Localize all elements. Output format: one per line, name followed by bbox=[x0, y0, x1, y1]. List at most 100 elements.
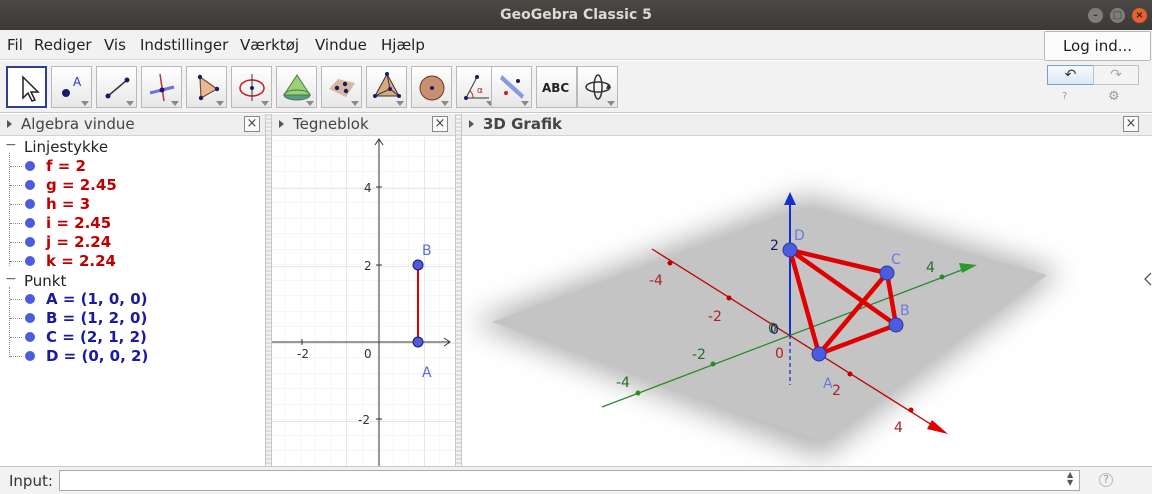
minimize-button[interactable]: – bbox=[1088, 8, 1103, 23]
close-button[interactable]: × bbox=[1132, 8, 1147, 23]
input-history-spinner-icon[interactable]: ▲ ▼ bbox=[1067, 471, 1073, 487]
gear-icon[interactable]: ⚙ bbox=[1108, 89, 1120, 104]
visibility-dot-g[interactable] bbox=[25, 180, 35, 190]
category-linjestykke: Linjestykke bbox=[24, 138, 109, 156]
input-help-icon[interactable]: ? bbox=[1099, 473, 1113, 487]
rotate-view-tool-button[interactable] bbox=[577, 66, 618, 108]
point-B[interactable] bbox=[412, 259, 424, 271]
algebra-header: Algebra vindue × bbox=[0, 114, 265, 136]
y-tick-label: 4 bbox=[364, 181, 372, 195]
algebra-view: − Linjestykke f = 2 g = 2.45 h = 3 i = 2… bbox=[0, 137, 265, 465]
svg-text:α: α bbox=[477, 86, 483, 96]
point-B-3d[interactable] bbox=[888, 317, 904, 333]
visibility-dot-D[interactable] bbox=[25, 351, 35, 361]
point-A-label-3d: A bbox=[823, 376, 833, 392]
visibility-dot-C[interactable] bbox=[25, 332, 35, 342]
algebra-item-f[interactable]: f = 2 bbox=[46, 157, 86, 175]
login-button[interactable]: Log ind... bbox=[1044, 31, 1151, 61]
window-title: GeoGebra Classic 5 bbox=[500, 7, 652, 23]
origin-label: 0 bbox=[364, 347, 372, 361]
graphics3d-header: 3D Grafik × bbox=[462, 114, 1152, 136]
algebra-item-B[interactable]: B = (1, 2, 0) bbox=[46, 309, 147, 327]
redo-button[interactable]: ↷ bbox=[1093, 65, 1139, 85]
input-field[interactable] bbox=[59, 470, 1080, 491]
graphics-splitter[interactable] bbox=[455, 114, 462, 466]
menu-fil[interactable]: Fil bbox=[7, 36, 23, 54]
sphere-tool-button[interactable] bbox=[411, 66, 452, 108]
svg-text:A: A bbox=[73, 75, 82, 89]
point-A-label: A bbox=[422, 365, 432, 381]
reflect-tool-button[interactable] bbox=[491, 66, 532, 108]
menu-rediger[interactable]: Rediger bbox=[34, 36, 92, 54]
visibility-dot-f[interactable] bbox=[25, 161, 35, 171]
graphics3d-view[interactable]: -4 -2 0 2 4 -4 -2 0 4 0 2 A B C D bbox=[462, 137, 1152, 466]
y-tick-label-3d: -2 bbox=[692, 347, 706, 363]
perpendicular-line-icon bbox=[149, 73, 175, 102]
x-tick-label-3d: 2 bbox=[832, 383, 841, 399]
cone-icon bbox=[283, 74, 311, 101]
point-icon: A bbox=[62, 75, 82, 97]
rotate-view-icon bbox=[585, 74, 611, 100]
x-tick-label-3d: 0 bbox=[775, 346, 784, 362]
plane-tool-button[interactable] bbox=[321, 66, 362, 108]
punkt-collapse-toggle[interactable]: − bbox=[5, 271, 17, 287]
point-D-3d[interactable] bbox=[782, 242, 798, 258]
polygon-tool-button[interactable] bbox=[186, 66, 227, 108]
line-icon bbox=[105, 77, 130, 99]
tetrahedron-icon bbox=[373, 72, 401, 98]
algebra-item-h[interactable]: h = 3 bbox=[46, 195, 90, 213]
visibility-dot-B[interactable] bbox=[25, 313, 35, 323]
point-A[interactable] bbox=[412, 336, 424, 348]
perpendicular-tool-button[interactable] bbox=[141, 66, 182, 108]
menu-vis[interactable]: Vis bbox=[104, 36, 126, 54]
graphics3d-close-button[interactable]: × bbox=[1123, 116, 1139, 132]
visibility-dot-j[interactable] bbox=[25, 237, 35, 247]
maximize-button[interactable]: □ bbox=[1110, 8, 1125, 23]
menu-vaerktoej[interactable]: Værktøj bbox=[240, 36, 299, 54]
visibility-dot-k[interactable] bbox=[25, 256, 35, 266]
pyramid-tool-button[interactable] bbox=[276, 66, 317, 108]
algebra-collapse-arrow-icon[interactable] bbox=[7, 120, 12, 128]
point-A-3d[interactable] bbox=[811, 346, 827, 362]
line-tool-button[interactable] bbox=[96, 66, 137, 108]
algebra-item-k[interactable]: k = 2.24 bbox=[46, 252, 116, 270]
y-tick-label-3d: -4 bbox=[616, 375, 630, 391]
input-label: Input: bbox=[9, 472, 53, 490]
algebra-close-button[interactable]: × bbox=[244, 116, 260, 132]
algebra-item-D[interactable]: D = (0, 0, 2) bbox=[46, 347, 148, 365]
graphics3d-title: 3D Grafik bbox=[483, 115, 563, 133]
algebra-item-j[interactable]: j = 2.24 bbox=[46, 233, 111, 251]
visibility-dot-i[interactable] bbox=[25, 218, 35, 228]
category-punkt: Punkt bbox=[24, 272, 67, 290]
undo-button[interactable]: ↶ bbox=[1047, 65, 1094, 85]
plane-points-icon bbox=[329, 79, 355, 97]
graphics3d-collapse-arrow-icon[interactable] bbox=[469, 120, 474, 128]
visibility-dot-A[interactable] bbox=[25, 294, 35, 304]
text-tool-button[interactable]: ABC bbox=[536, 66, 577, 108]
sphere-icon bbox=[419, 75, 445, 101]
circle-tool-button[interactable] bbox=[231, 66, 272, 108]
menu-bar: Fil Rediger Vis Indstillinger Værktøj Vi… bbox=[0, 30, 1152, 60]
linjestykke-collapse-toggle[interactable]: − bbox=[5, 137, 17, 153]
menu-vindue[interactable]: Vindue bbox=[315, 36, 367, 54]
algebra-item-i[interactable]: i = 2.45 bbox=[46, 214, 111, 232]
reflect-plane-icon bbox=[500, 75, 524, 99]
menu-indstillinger[interactable]: Indstillinger bbox=[140, 36, 228, 54]
circle-icon bbox=[239, 74, 265, 101]
graphics2d-view[interactable]: -2 0 4 2 -2 A B bbox=[272, 137, 455, 466]
toolbar: A α ABC ↶ ↷ ? ⚙ bbox=[0, 61, 1152, 113]
point-tool-button[interactable]: A bbox=[51, 66, 92, 108]
tegneblok-close-button[interactable]: × bbox=[432, 116, 448, 132]
algebra-item-C[interactable]: C = (2, 1, 2) bbox=[46, 328, 147, 346]
algebra-splitter[interactable] bbox=[265, 114, 272, 466]
tegneblok-collapse-arrow-icon[interactable] bbox=[279, 120, 284, 128]
menu-hjaelp[interactable]: Hjælp bbox=[381, 36, 425, 54]
move-tool-button[interactable] bbox=[6, 66, 47, 108]
toolbar-help-icon[interactable]: ? bbox=[1062, 91, 1067, 102]
point-C-3d[interactable] bbox=[879, 265, 895, 281]
algebra-item-A[interactable]: A = (1, 0, 0) bbox=[46, 290, 147, 308]
visibility-dot-h[interactable] bbox=[25, 199, 35, 209]
svg-text:ABC: ABC bbox=[542, 81, 569, 95]
algebra-item-g[interactable]: g = 2.45 bbox=[46, 176, 117, 194]
tetrahedron-tool-button[interactable] bbox=[366, 66, 407, 108]
